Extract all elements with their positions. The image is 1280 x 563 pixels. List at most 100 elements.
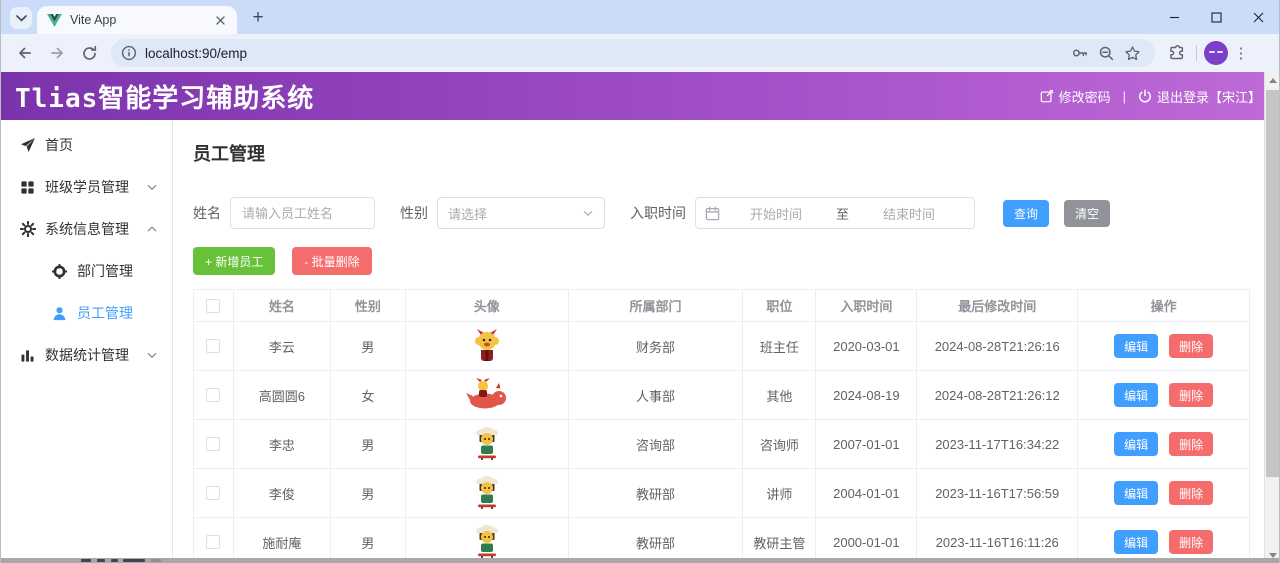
- vertical-scrollbar[interactable]: [1264, 72, 1279, 563]
- main-content: 员工管理 姓名 性别 请选择 入职时间 开始时间 至 结束时间 查询: [173, 120, 1266, 558]
- browser-tab[interactable]: Vite App: [37, 6, 237, 34]
- select-all-checkbox[interactable]: [206, 299, 220, 313]
- sidebar-item-class-students[interactable]: 班级学员管理: [1, 166, 172, 208]
- power-icon: [1138, 89, 1152, 103]
- forward-button[interactable]: [42, 38, 72, 68]
- search-button[interactable]: 查询: [1003, 200, 1049, 227]
- sidebar: 首页 班级学员管理 系统信息管理 部门管理: [1, 120, 173, 558]
- employee-hire-date: 2000-01-01: [816, 518, 917, 563]
- toolbar-right-cluster: ⋮: [1163, 40, 1254, 66]
- employee-hire-date: 2004-01-01: [816, 469, 917, 518]
- employee-last-modified: 2023-11-16T16:11:26: [917, 518, 1078, 563]
- edit-button[interactable]: 编辑: [1114, 481, 1158, 505]
- row-operations: 编辑删除: [1078, 518, 1250, 563]
- employee-last-modified: 2023-11-16T17:56:59: [917, 469, 1078, 518]
- row-checkbox[interactable]: [206, 388, 220, 402]
- row-select-cell: [194, 420, 234, 469]
- page-title: 员工管理: [193, 140, 1250, 166]
- sidebar-item-system-info[interactable]: 系统信息管理: [1, 208, 172, 250]
- date-range-picker[interactable]: 开始时间 至 结束时间: [695, 197, 975, 229]
- edit-button[interactable]: 编辑: [1114, 530, 1158, 554]
- address-bar[interactable]: localhost:90/emp: [111, 39, 1155, 67]
- table-row: 李俊男教研部讲师2004-01-012023-11-16T17:56:59编辑删…: [194, 469, 1250, 518]
- row-checkbox[interactable]: [206, 535, 220, 549]
- column-header: 操作: [1078, 290, 1250, 322]
- scrollbar-thumb[interactable]: [1266, 90, 1279, 477]
- employee-name: 李忠: [234, 420, 331, 469]
- employee-gender: 男: [331, 420, 406, 469]
- new-tab-button[interactable]: +: [245, 5, 271, 31]
- tab-title: Vite App: [70, 13, 212, 27]
- row-checkbox[interactable]: [206, 437, 220, 451]
- edit-button[interactable]: 编辑: [1114, 383, 1158, 407]
- employee-last-modified: 2024-08-28T21:26:16: [917, 322, 1078, 371]
- end-date-placeholder[interactable]: 结束时间: [853, 204, 965, 223]
- row-select-cell: [194, 518, 234, 563]
- extensions-puzzle-icon[interactable]: [1163, 40, 1189, 66]
- employee-hire-date: 2024-08-19: [816, 371, 917, 420]
- chevron-down-icon: [146, 181, 158, 193]
- delete-button[interactable]: 删除: [1169, 383, 1213, 407]
- logout-link[interactable]: 退出登录【宋江】: [1138, 87, 1261, 106]
- sidebar-item-departments[interactable]: 部门管理: [1, 250, 172, 292]
- bar-chart-icon: [19, 348, 36, 363]
- clear-button[interactable]: 清空: [1064, 200, 1110, 227]
- back-button[interactable]: [10, 38, 40, 68]
- browser-menu-icon[interactable]: ⋮: [1228, 44, 1254, 62]
- delete-button[interactable]: 删除: [1169, 432, 1213, 456]
- row-operations: 编辑删除: [1078, 469, 1250, 518]
- change-password-link[interactable]: 修改密码: [1040, 87, 1111, 106]
- profile-avatar[interactable]: [1204, 41, 1228, 65]
- delete-button[interactable]: 删除: [1169, 481, 1213, 505]
- employee-position: 班主任: [743, 322, 816, 371]
- chevron-up-icon: [146, 223, 158, 235]
- sidebar-item-home[interactable]: 首页: [1, 124, 172, 166]
- sidebar-item-statistics[interactable]: 数据统计管理: [1, 334, 172, 376]
- monkey-red-horns-icon: [471, 328, 503, 365]
- lifebuoy-icon: [51, 264, 68, 279]
- window-controls: [1153, 0, 1279, 34]
- tab-close-icon[interactable]: [212, 12, 229, 29]
- row-checkbox[interactable]: [206, 339, 220, 353]
- employee-gender: 男: [331, 469, 406, 518]
- edit-icon: [1040, 89, 1054, 103]
- browser-tabstrip: Vite App +: [1, 0, 1279, 34]
- browser-window: Vite App +: [0, 0, 1280, 563]
- start-date-placeholder[interactable]: 开始时间: [720, 204, 832, 223]
- taskbar-edge: [1, 558, 1279, 563]
- sidebar-item-label: 系统信息管理: [45, 219, 146, 239]
- name-input[interactable]: [230, 197, 375, 229]
- rider-red-dragon-icon: [466, 378, 508, 413]
- row-checkbox[interactable]: [206, 486, 220, 500]
- employee-avatar: [406, 420, 569, 469]
- bookmark-star-icon[interactable]: [1119, 40, 1145, 66]
- edit-button[interactable]: 编辑: [1114, 432, 1158, 456]
- reload-button[interactable]: [74, 38, 104, 68]
- range-separator: 至: [832, 204, 853, 223]
- minimize-button[interactable]: [1153, 0, 1195, 34]
- table-row: 李云男财务部班主任2020-03-012024-08-28T21:26:16编辑…: [194, 322, 1250, 371]
- sidebar-item-employees[interactable]: 员工管理: [1, 292, 172, 334]
- employee-last-modified: 2023-11-17T16:34:22: [917, 420, 1078, 469]
- password-key-icon[interactable]: [1067, 40, 1093, 66]
- employee-gender: 男: [331, 322, 406, 371]
- employee-name: 李云: [234, 322, 331, 371]
- delete-button[interactable]: 删除: [1169, 530, 1213, 554]
- maximize-button[interactable]: [1195, 0, 1237, 34]
- close-window-button[interactable]: [1237, 0, 1279, 34]
- sidebar-item-label: 员工管理: [77, 303, 158, 323]
- delete-button[interactable]: 删除: [1169, 334, 1213, 358]
- sidebar-item-label: 班级学员管理: [45, 177, 146, 197]
- scroll-up-arrow[interactable]: [1265, 72, 1280, 88]
- add-employee-button[interactable]: + 新增员工: [193, 247, 275, 275]
- tab-search-button[interactable]: [10, 7, 32, 29]
- employee-name: 高圆圆6: [234, 371, 331, 420]
- header-divider: |: [1123, 89, 1126, 104]
- zoom-out-icon[interactable]: [1093, 40, 1119, 66]
- edit-button[interactable]: 编辑: [1114, 334, 1158, 358]
- batch-delete-button[interactable]: - 批量删除: [292, 247, 371, 275]
- gender-select[interactable]: 请选择: [437, 197, 605, 229]
- employee-position: 教研主管: [743, 518, 816, 563]
- site-info-icon[interactable]: [121, 45, 137, 61]
- header-select-cell: [194, 290, 234, 322]
